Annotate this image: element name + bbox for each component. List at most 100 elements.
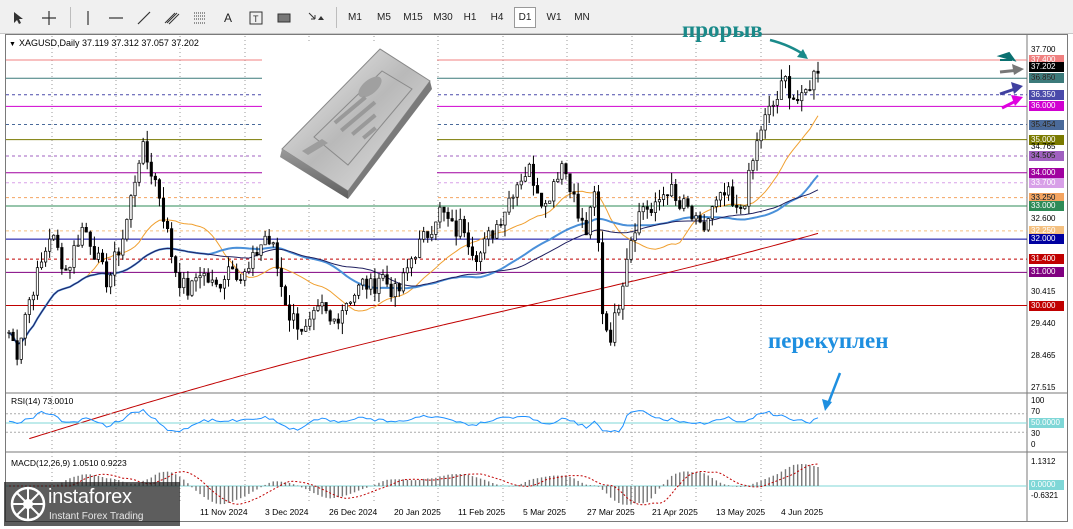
candle-body: [279, 268, 283, 287]
candle-body: [247, 267, 251, 272]
candle-body: [588, 206, 592, 236]
candle-body: [751, 160, 755, 171]
candle-body: [735, 204, 739, 208]
price-tick-label: 36.850: [1031, 73, 1056, 83]
candle-body: [710, 206, 714, 219]
candle-body: [483, 238, 487, 254]
price-level-label: 36.000: [1029, 101, 1064, 112]
candle-body: [332, 318, 336, 322]
candle-body: [426, 231, 430, 238]
candle-body: [694, 215, 698, 220]
candle-body: [454, 220, 458, 237]
candle-body: [718, 192, 722, 201]
rsi-level-50: 50.0000: [1029, 418, 1064, 428]
logo-tagline: Instant Forex Trading: [49, 511, 144, 522]
logo-brand: instaforex: [48, 486, 132, 508]
candle-body: [763, 114, 767, 131]
candle-body: [100, 252, 105, 263]
date-label: 27 Mar 2025: [587, 507, 635, 517]
candle-body: [523, 176, 527, 182]
candle-body: [816, 70, 820, 74]
candle-body: [48, 238, 52, 252]
candle-body: [401, 272, 405, 292]
candle-body: [96, 252, 100, 260]
candle-body: [113, 251, 117, 276]
candle-body: [60, 247, 64, 270]
candle-body: [556, 178, 560, 182]
candle-body: [552, 181, 556, 202]
candle-body: [479, 252, 483, 262]
rsi-tick-100: 100: [1031, 396, 1045, 405]
rsi-tick-30: 30: [1031, 429, 1040, 438]
candle-body: [637, 211, 641, 234]
level-arrow-blue: [999, 82, 1023, 96]
candle-body: [422, 231, 426, 240]
candle-body: [68, 266, 72, 271]
candle-body: [39, 261, 44, 269]
candle-body: [560, 163, 564, 180]
breakout-annotation: прорыв: [682, 17, 763, 42]
candle-body: [109, 274, 113, 288]
candle-body: [767, 105, 771, 116]
candle-body: [702, 221, 706, 231]
candle-body: [714, 199, 718, 207]
price-level-label: 36.350: [1029, 89, 1064, 100]
candle-body: [145, 141, 149, 163]
candle-body: [670, 184, 674, 197]
candle-body: [348, 301, 353, 304]
candle-body: [357, 284, 361, 296]
candle-body: [324, 302, 328, 312]
candle-body: [23, 314, 27, 339]
candle-body: [796, 99, 800, 102]
candle-body: [239, 279, 243, 281]
candle-body: [353, 294, 357, 303]
candle-body: [405, 267, 409, 274]
level-arrow-teal: [996, 51, 1017, 62]
candle-body: [328, 310, 332, 322]
candle-body: [377, 277, 381, 294]
candle-body: [161, 197, 166, 222]
candle-body: [137, 162, 141, 183]
macd-level-zero: 0.0000: [1029, 480, 1064, 490]
price-level-label: 33.700: [1029, 177, 1064, 188]
candle-body: [450, 218, 454, 222]
price-tick-label: 32.600: [1031, 214, 1056, 224]
candle-body: [495, 224, 499, 239]
candle-body: [267, 235, 271, 245]
candle-body: [499, 224, 503, 226]
candle-body: [653, 201, 657, 213]
overbought-arrow: [822, 372, 842, 411]
date-label: 4 Jun 2025: [781, 507, 824, 517]
candle-body: [292, 313, 296, 321]
candle-body: [592, 191, 596, 208]
candle-body: [344, 303, 348, 311]
candle-body: [600, 242, 605, 315]
candle-body: [540, 192, 544, 207]
candle-body: [657, 199, 662, 203]
candle-body: [64, 268, 68, 271]
price-level-label: 34.000: [1029, 167, 1064, 178]
candle-body: [320, 302, 324, 307]
symbol-name: XAGUSD,Daily: [18, 38, 80, 48]
candle-body: [304, 325, 308, 332]
macd-tick-max: 1.1312: [1031, 457, 1056, 466]
candle-body: [641, 206, 645, 213]
collapse-triangle-icon[interactable]: ▼: [9, 41, 16, 48]
candle-body: [706, 218, 710, 231]
candle-body: [596, 191, 601, 243]
candle-body: [678, 200, 682, 209]
candle-body: [202, 272, 206, 277]
candle-body: [792, 97, 796, 100]
candle-body: [84, 227, 88, 233]
date-label: 21 Apr 2025: [652, 507, 698, 517]
candle-body: [336, 318, 340, 324]
date-label: 3 Dec 2024: [265, 507, 309, 517]
breakout-arrow: [769, 38, 808, 59]
candle-body: [214, 279, 218, 285]
ohlc-values: 37.119 37.312 37.057 37.202: [81, 38, 199, 48]
instaforex-logo: instaforex Instant Forex Trading: [4, 482, 180, 526]
candle-body: [259, 244, 263, 256]
candle-body: [251, 252, 255, 269]
candle-body: [470, 246, 474, 256]
candle-body: [381, 274, 385, 279]
